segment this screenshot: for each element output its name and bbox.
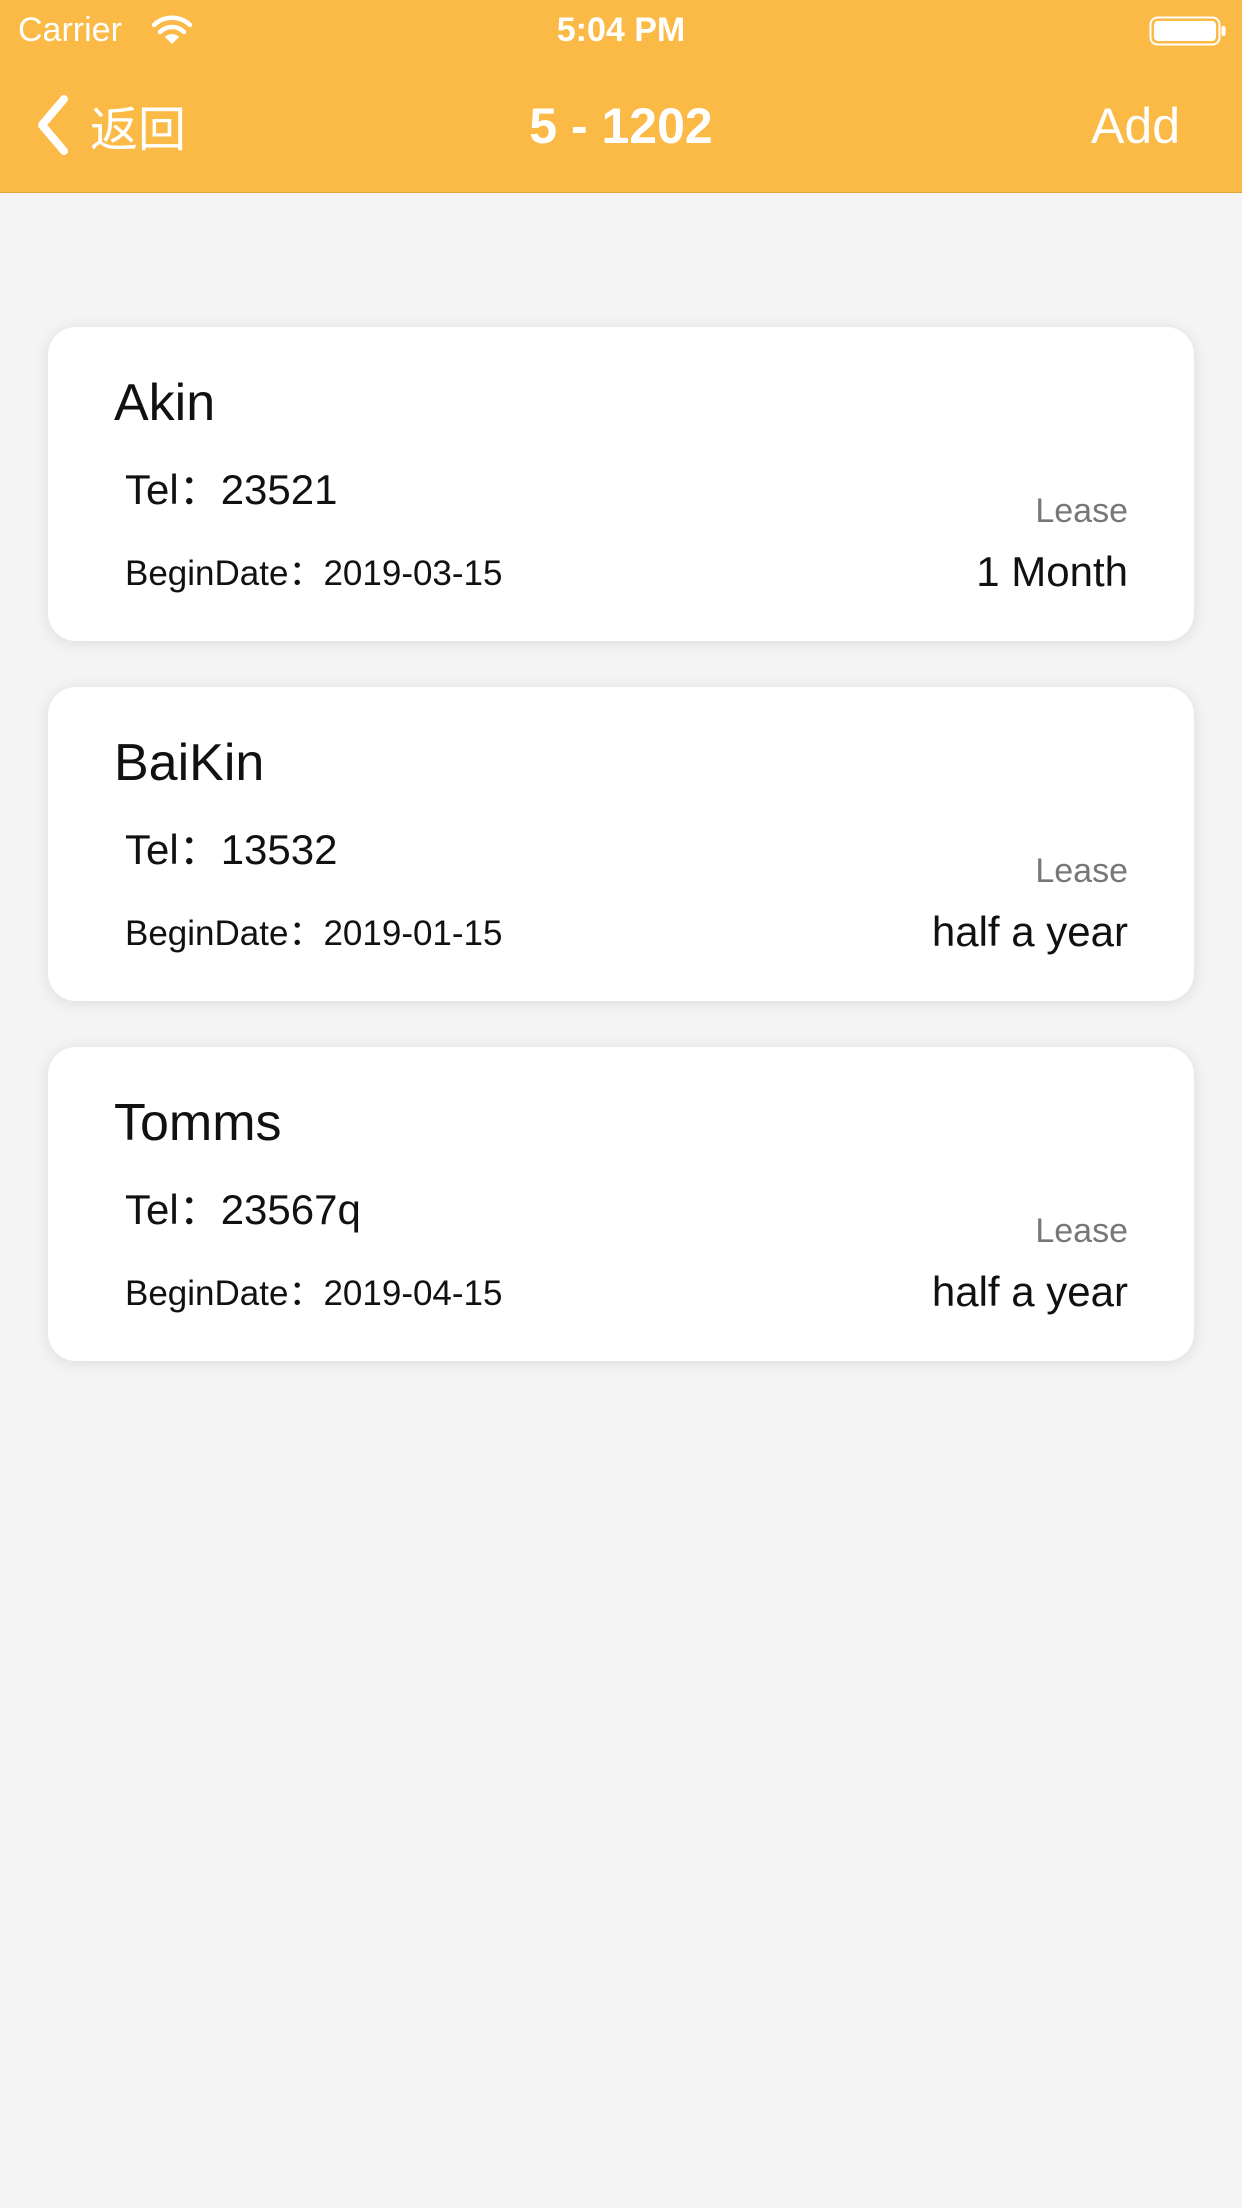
lease-value: half a year [931,1268,1128,1315]
tenant-tel: Tel：23567q [125,1185,361,1235]
tenant-card[interactable]: Tomms Tel：23567q BeginDate：2019-04-15 Le… [48,1047,1194,1361]
tenant-list: Akin Tel：23521 BeginDate：2019-03-15 Leas… [48,327,1194,1407]
page-title: 5 - 1202 [529,98,713,154]
tenant-name: Akin [114,374,216,432]
status-time: 5:04 PM [556,11,686,49]
lease-label: Lease [1035,852,1128,890]
tenant-tel: Tel：23521 [125,465,338,515]
begin-date-label: BeginDate： [125,554,324,593]
tel-value: 13532 [220,826,338,873]
add-button[interactable]: Add [1091,94,1180,158]
begin-date-value: 2019-04-15 [323,1274,503,1313]
tenant-begin-date: BeginDate：2019-04-15 [125,1273,503,1315]
tenant-card[interactable]: BaiKin Tel：13532 BeginDate：2019-01-15 Le… [48,687,1194,1001]
tel-label: Tel： [125,1186,221,1233]
navigation-bar: 返回 5 - 1202 Add [0,60,1242,192]
tenant-name: Tomms [114,1094,282,1152]
lease-value: half a year [931,908,1128,955]
status-bar: Carrier 5:04 PM [0,0,1242,60]
tenant-begin-date: BeginDate：2019-01-15 [125,913,503,955]
tel-label: Tel： [125,466,221,513]
tenant-card[interactable]: Akin Tel：23521 BeginDate：2019-03-15 Leas… [48,327,1194,641]
tenant-tel: Tel：13532 [125,825,338,875]
app-header: Carrier 5:04 PM 返回 5 - 1202 Add [0,0,1242,193]
tel-label: Tel： [125,826,221,873]
tel-value: 23567q [220,1186,361,1233]
lease-label: Lease [1035,492,1128,530]
begin-date-value: 2019-03-15 [323,554,503,593]
tel-value: 23521 [220,466,338,513]
begin-date-label: BeginDate： [125,914,324,953]
tenant-name: BaiKin [114,734,265,792]
tenant-begin-date: BeginDate：2019-03-15 [125,553,503,595]
battery-icon [1149,16,1226,46]
begin-date-value: 2019-01-15 [323,914,503,953]
begin-date-label: BeginDate： [125,1274,324,1313]
lease-label: Lease [1035,1212,1128,1250]
lease-value: 1 Month [976,548,1128,595]
